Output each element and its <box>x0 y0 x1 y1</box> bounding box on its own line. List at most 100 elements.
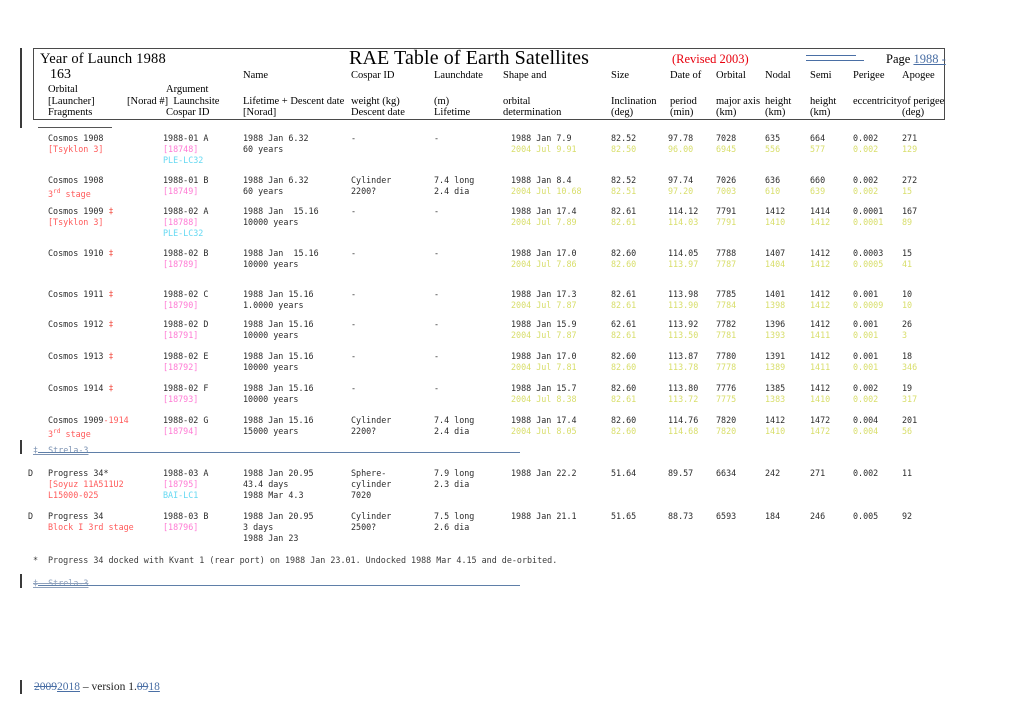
data-cell: 1988 Jan 23 <box>243 533 298 545</box>
data-cell: 0.002 <box>853 175 878 187</box>
footer-version-label: – version 1. <box>82 681 137 693</box>
data-cell: 1412 <box>810 300 830 312</box>
cell-text: 10 <box>902 289 913 299</box>
cell-text: - <box>351 383 357 393</box>
data-cell: Cosmos 1908 <box>48 133 103 145</box>
cell-text: 1.0000 years <box>243 300 304 310</box>
data-cell: 1988 Jan 8.4 <box>511 175 572 187</box>
data-cell: 1988-02 A <box>163 206 208 218</box>
data-cell: 184 <box>765 511 780 523</box>
data-cell: 1988 Jan 15.7 <box>511 383 577 395</box>
data-cell: 82.61 <box>611 330 636 342</box>
data-cell: Cylinder <box>351 175 391 187</box>
cell-text: 1988-02 A <box>163 206 209 216</box>
data-cell: 18 <box>902 351 912 363</box>
cell-text: 7780 <box>716 351 737 361</box>
footer-inserted-rev: 18 <box>148 681 160 693</box>
data-cell: 1988-02 B <box>163 248 208 260</box>
cell-text: 1412 <box>810 217 831 227</box>
data-cell: 7781 <box>716 330 736 342</box>
data-cell: 1988 Jan 22.2 <box>511 468 577 480</box>
data-cell: 1988 Mar 4.3 <box>243 490 304 502</box>
cell-text: 1988 Jan 17.3 <box>511 289 577 299</box>
data-cell: 1412 <box>810 351 830 363</box>
stage-word: stage <box>60 188 91 199</box>
revised-label: (Revised 2003) <box>672 52 749 66</box>
cell-text: - <box>434 248 440 258</box>
cell-text: 1988 Jan 15.16 <box>243 248 319 258</box>
cell-text: 7820 <box>716 426 737 436</box>
data-cell: 0.002 <box>853 468 878 480</box>
cell-text: 0.002 <box>853 468 879 478</box>
data-cell: 2004 Jul 8.05 <box>511 426 577 438</box>
data-cell: 7780 <box>716 351 736 363</box>
data-cell: 97.20 <box>668 186 693 198</box>
data-cell: 1988 Jan 17.3 <box>511 289 577 301</box>
strela-dagger-icon: ‡ <box>103 248 114 258</box>
data-cell: 1396 <box>765 319 785 331</box>
strela-label: Strela-3 <box>38 578 89 588</box>
cell-text: 246 <box>810 511 826 521</box>
data-cell: 10000 years <box>243 330 298 342</box>
cell-text: 114.12 <box>668 206 699 216</box>
data-cell: 1988 Jan 17.0 <box>511 351 577 363</box>
data-cell: 113.72 <box>668 394 698 406</box>
data-cell: Cosmos 1912 ‡ <box>48 319 114 331</box>
cell-text: 82.61 <box>611 206 637 216</box>
cell-text: 11 <box>902 468 913 478</box>
cell-text: 2200? <box>351 186 377 196</box>
cell-text: [18793] <box>163 394 199 404</box>
data-cell: 639 <box>810 186 825 198</box>
cell-text: [18795] <box>163 479 199 489</box>
data-cell: 82.61 <box>611 394 636 406</box>
cell-text: [18792] <box>163 362 199 372</box>
cell-text: 1410 <box>810 394 831 404</box>
data-cell: 1988-01 B <box>163 175 208 187</box>
cell-text: Cylinder <box>351 511 392 521</box>
data-cell: 113.78 <box>668 362 698 374</box>
cell-text: 1988-02 E <box>163 351 209 361</box>
cell-text: 1412 <box>810 289 831 299</box>
column-header-cell: Orbital <box>716 70 746 81</box>
data-cell: 114.12 <box>668 206 698 218</box>
column-header-cell: Semi <box>810 70 832 81</box>
column-header-cell: Lifetime + Descent date <box>243 96 345 107</box>
cell-text: 0.005 <box>853 511 879 521</box>
strela-dagger-icon: ‡ <box>103 351 114 361</box>
cell-text: 82.60 <box>611 415 637 425</box>
data-cell: 1404 <box>765 259 785 271</box>
cell-text: [Tsyklon 3] <box>48 217 104 227</box>
cell-text: 2004 Jul 10.68 <box>511 186 582 196</box>
data-cell: 82.51 <box>611 186 636 198</box>
cell-text: [Tsyklon 3] <box>48 144 104 154</box>
data-cell: 82.61 <box>611 217 636 229</box>
cell-text: 7775 <box>716 394 737 404</box>
cell-text: 113.78 <box>668 362 699 372</box>
data-cell: 2500? <box>351 522 376 534</box>
cell-text: 3 <box>902 330 908 340</box>
data-cell: 3 <box>902 330 907 342</box>
data-cell: [18788] <box>163 217 198 229</box>
data-cell: Cosmos 1914 ‡ <box>48 383 114 395</box>
cell-text: 51.65 <box>611 511 637 521</box>
data-cell: 7003 <box>716 186 736 198</box>
cell-text: 1414 <box>810 206 831 216</box>
cell-text: 2004 Jul 7.89 <box>511 217 577 227</box>
cell-text: Cosmos 1909 <box>48 415 104 425</box>
data-cell: - <box>351 351 356 363</box>
data-cell: 7.4 long <box>434 415 474 427</box>
data-cell: 43.4 days <box>243 479 288 491</box>
column-header-cell: [Launcher] <box>48 96 95 107</box>
data-cell: 7820 <box>716 426 736 438</box>
cell-text: 242 <box>765 468 781 478</box>
cell-text: 10 <box>902 300 913 310</box>
cell-text: 1410 <box>765 426 786 436</box>
change-bar-footer <box>20 680 22 694</box>
cell-text: [18796] <box>163 522 199 532</box>
data-cell: 82.60 <box>611 351 636 363</box>
data-cell: - <box>351 319 356 331</box>
data-cell: 1988-01 A <box>163 133 208 145</box>
cell-text: 0.002 <box>853 133 879 143</box>
column-header-cell: Lifetime <box>434 107 471 118</box>
strela-label: Strela-3 <box>38 445 89 455</box>
